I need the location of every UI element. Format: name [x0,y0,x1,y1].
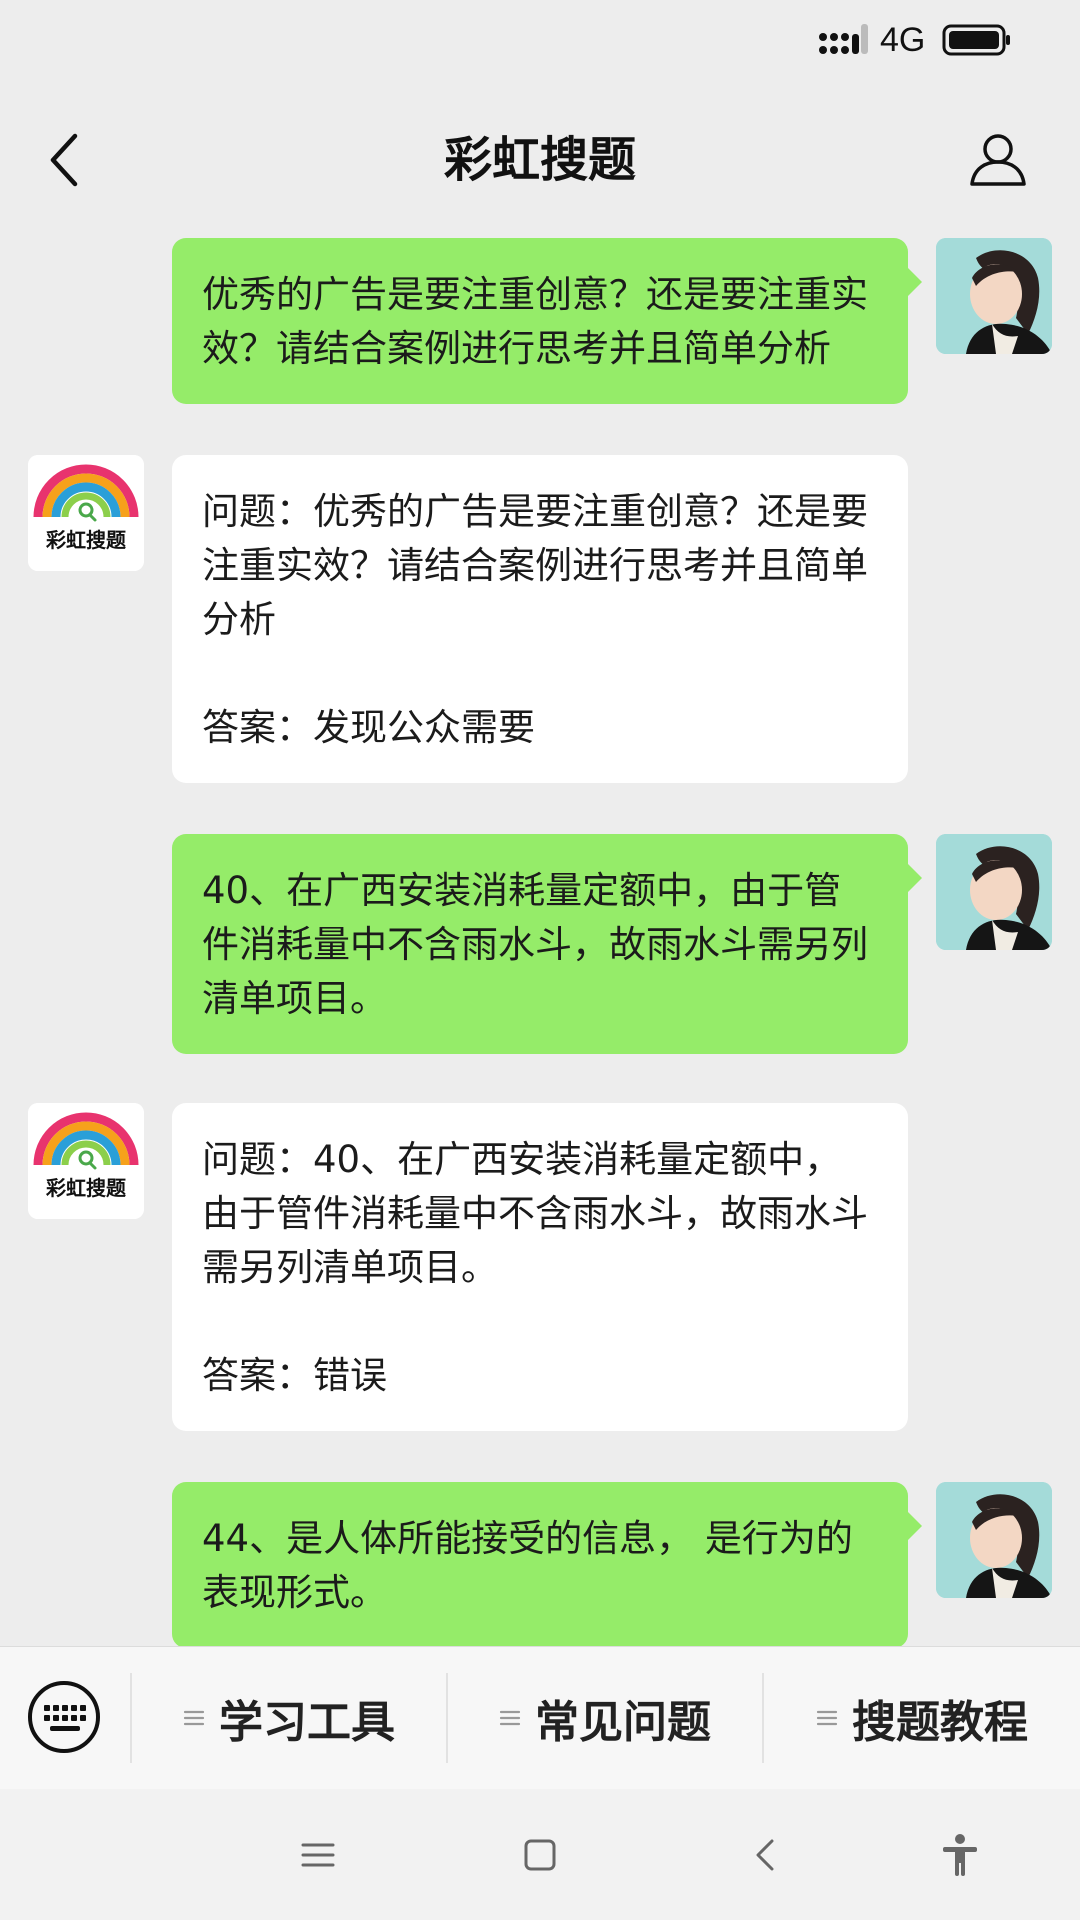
menu-item-label: 搜题教程 [852,1697,1028,1748]
user-photo-avatar [936,834,1052,950]
menu-item-label: 常见问题 [535,1697,711,1748]
chevron-left-icon [50,133,78,187]
user-photo-avatar [936,238,1052,354]
message-text: 优秀的广告是要注重创意？还是要注重实效？请结合案例进行思考并且简单分析 [202,273,868,370]
list-icon [183,1710,205,1726]
rainbow-logo: 彩虹搜题 [28,455,144,571]
list-icon [499,1710,521,1726]
bot-answer-text: 答案：发现公众需要 [202,706,535,749]
signal-icon [819,24,868,54]
bot-avatar-text: 彩虹搜题 [45,528,127,552]
status-bar: 4G [0,0,1080,84]
back-icon [756,1839,774,1871]
user-avatar[interactable] [936,1482,1052,1598]
message-row-user: 优秀的广告是要注重创意？还是要注重实效？请结合案例进行思考并且简单分析 [0,238,1080,404]
rainbow-logo: 彩虹搜题 [28,1103,144,1219]
user-avatar[interactable] [936,238,1052,354]
message-row-user: 40、在广西安装消耗量定额中，由于管件消耗量中不含雨水斗，故雨水斗需另列清单项目… [0,834,1080,1054]
message-row-bot: 彩虹搜题 问题：优秀的广告是要注重创意？还是要注重实效？请结合案例进行思考并且简… [0,455,1080,783]
bot-avatar-text: 彩虹搜题 [45,1176,127,1200]
accessibility-button[interactable] [930,1825,990,1885]
message-row-bot: 彩虹搜题 问题：40、在广西安装消耗量定额中，由于管件消耗量中不含雨水斗，故雨水… [0,1103,1080,1431]
bot-answer-text: 答案：错误 [202,1354,387,1397]
bottom-menu-bar: 学习工具 常见问题 搜题教程 [0,1646,1080,1789]
system-back-button[interactable] [736,1825,796,1885]
menu-item-study-tools[interactable]: 学习工具 [132,1647,446,1789]
bot-avatar[interactable]: 彩虹搜题 [28,455,144,571]
chat-area[interactable]: 优秀的广告是要注重创意？还是要注重实效？请结合案例进行思考并且简单分析 彩虹搜题… [0,220,1080,1646]
home-icon [524,1839,556,1871]
accessibility-icon [943,1834,977,1876]
list-icon [816,1710,838,1726]
message-text: 40、在广西安装消耗量定额中，由于管件消耗量中不含雨水斗，故雨水斗需另列清单项目… [202,869,868,1020]
page-title: 彩虹搜题 [443,132,636,188]
bot-question-text: 问题：40、在广西安装消耗量定额中，由于管件消耗量中不含雨水斗，故雨水斗需另列清… [202,1138,868,1289]
menu-icon [301,1843,335,1867]
message-text: 44、是人体所能接受的信息， 是行为的表现形式。 [202,1517,853,1614]
battery-icon [942,24,1010,56]
recent-apps-button[interactable] [288,1825,348,1885]
user-photo-avatar [936,1482,1052,1598]
back-button[interactable] [36,130,92,190]
keyboard-icon[interactable] [26,1679,102,1755]
user-message-bubble[interactable]: 44、是人体所能接受的信息， 是行为的表现形式。 [172,1482,922,1646]
network-type: 4G [880,21,926,59]
bot-message-bubble[interactable]: 问题：40、在广西安装消耗量定额中，由于管件消耗量中不含雨水斗，故雨水斗需另列清… [172,1103,908,1431]
chat-header: 彩虹搜题 [0,100,1080,220]
bot-message-bubble[interactable]: 问题：优秀的广告是要注重创意？还是要注重实效？请结合案例进行思考并且简单分析 答… [172,455,908,783]
profile-button[interactable] [964,128,1032,192]
user-message-bubble[interactable]: 优秀的广告是要注重创意？还是要注重实效？请结合案例进行思考并且简单分析 [172,238,922,404]
user-avatar[interactable] [936,834,1052,950]
menu-item-label: 学习工具 [219,1697,395,1748]
menu-item-faq[interactable]: 常见问题 [448,1647,762,1789]
menu-item-tutorial[interactable]: 搜题教程 [764,1647,1080,1789]
user-message-bubble[interactable]: 40、在广西安装消耗量定额中，由于管件消耗量中不含雨水斗，故雨水斗需另列清单项目… [172,834,922,1054]
message-row-user: 44、是人体所能接受的信息， 是行为的表现形式。 [0,1482,1080,1646]
system-navigation-bar [0,1789,1080,1920]
bot-avatar[interactable]: 彩虹搜题 [28,1103,144,1219]
bot-question-text: 问题：优秀的广告是要注重创意？还是要注重实效？请结合案例进行思考并且简单分析 [202,490,868,641]
person-icon [970,134,1026,186]
home-button[interactable] [510,1825,570,1885]
